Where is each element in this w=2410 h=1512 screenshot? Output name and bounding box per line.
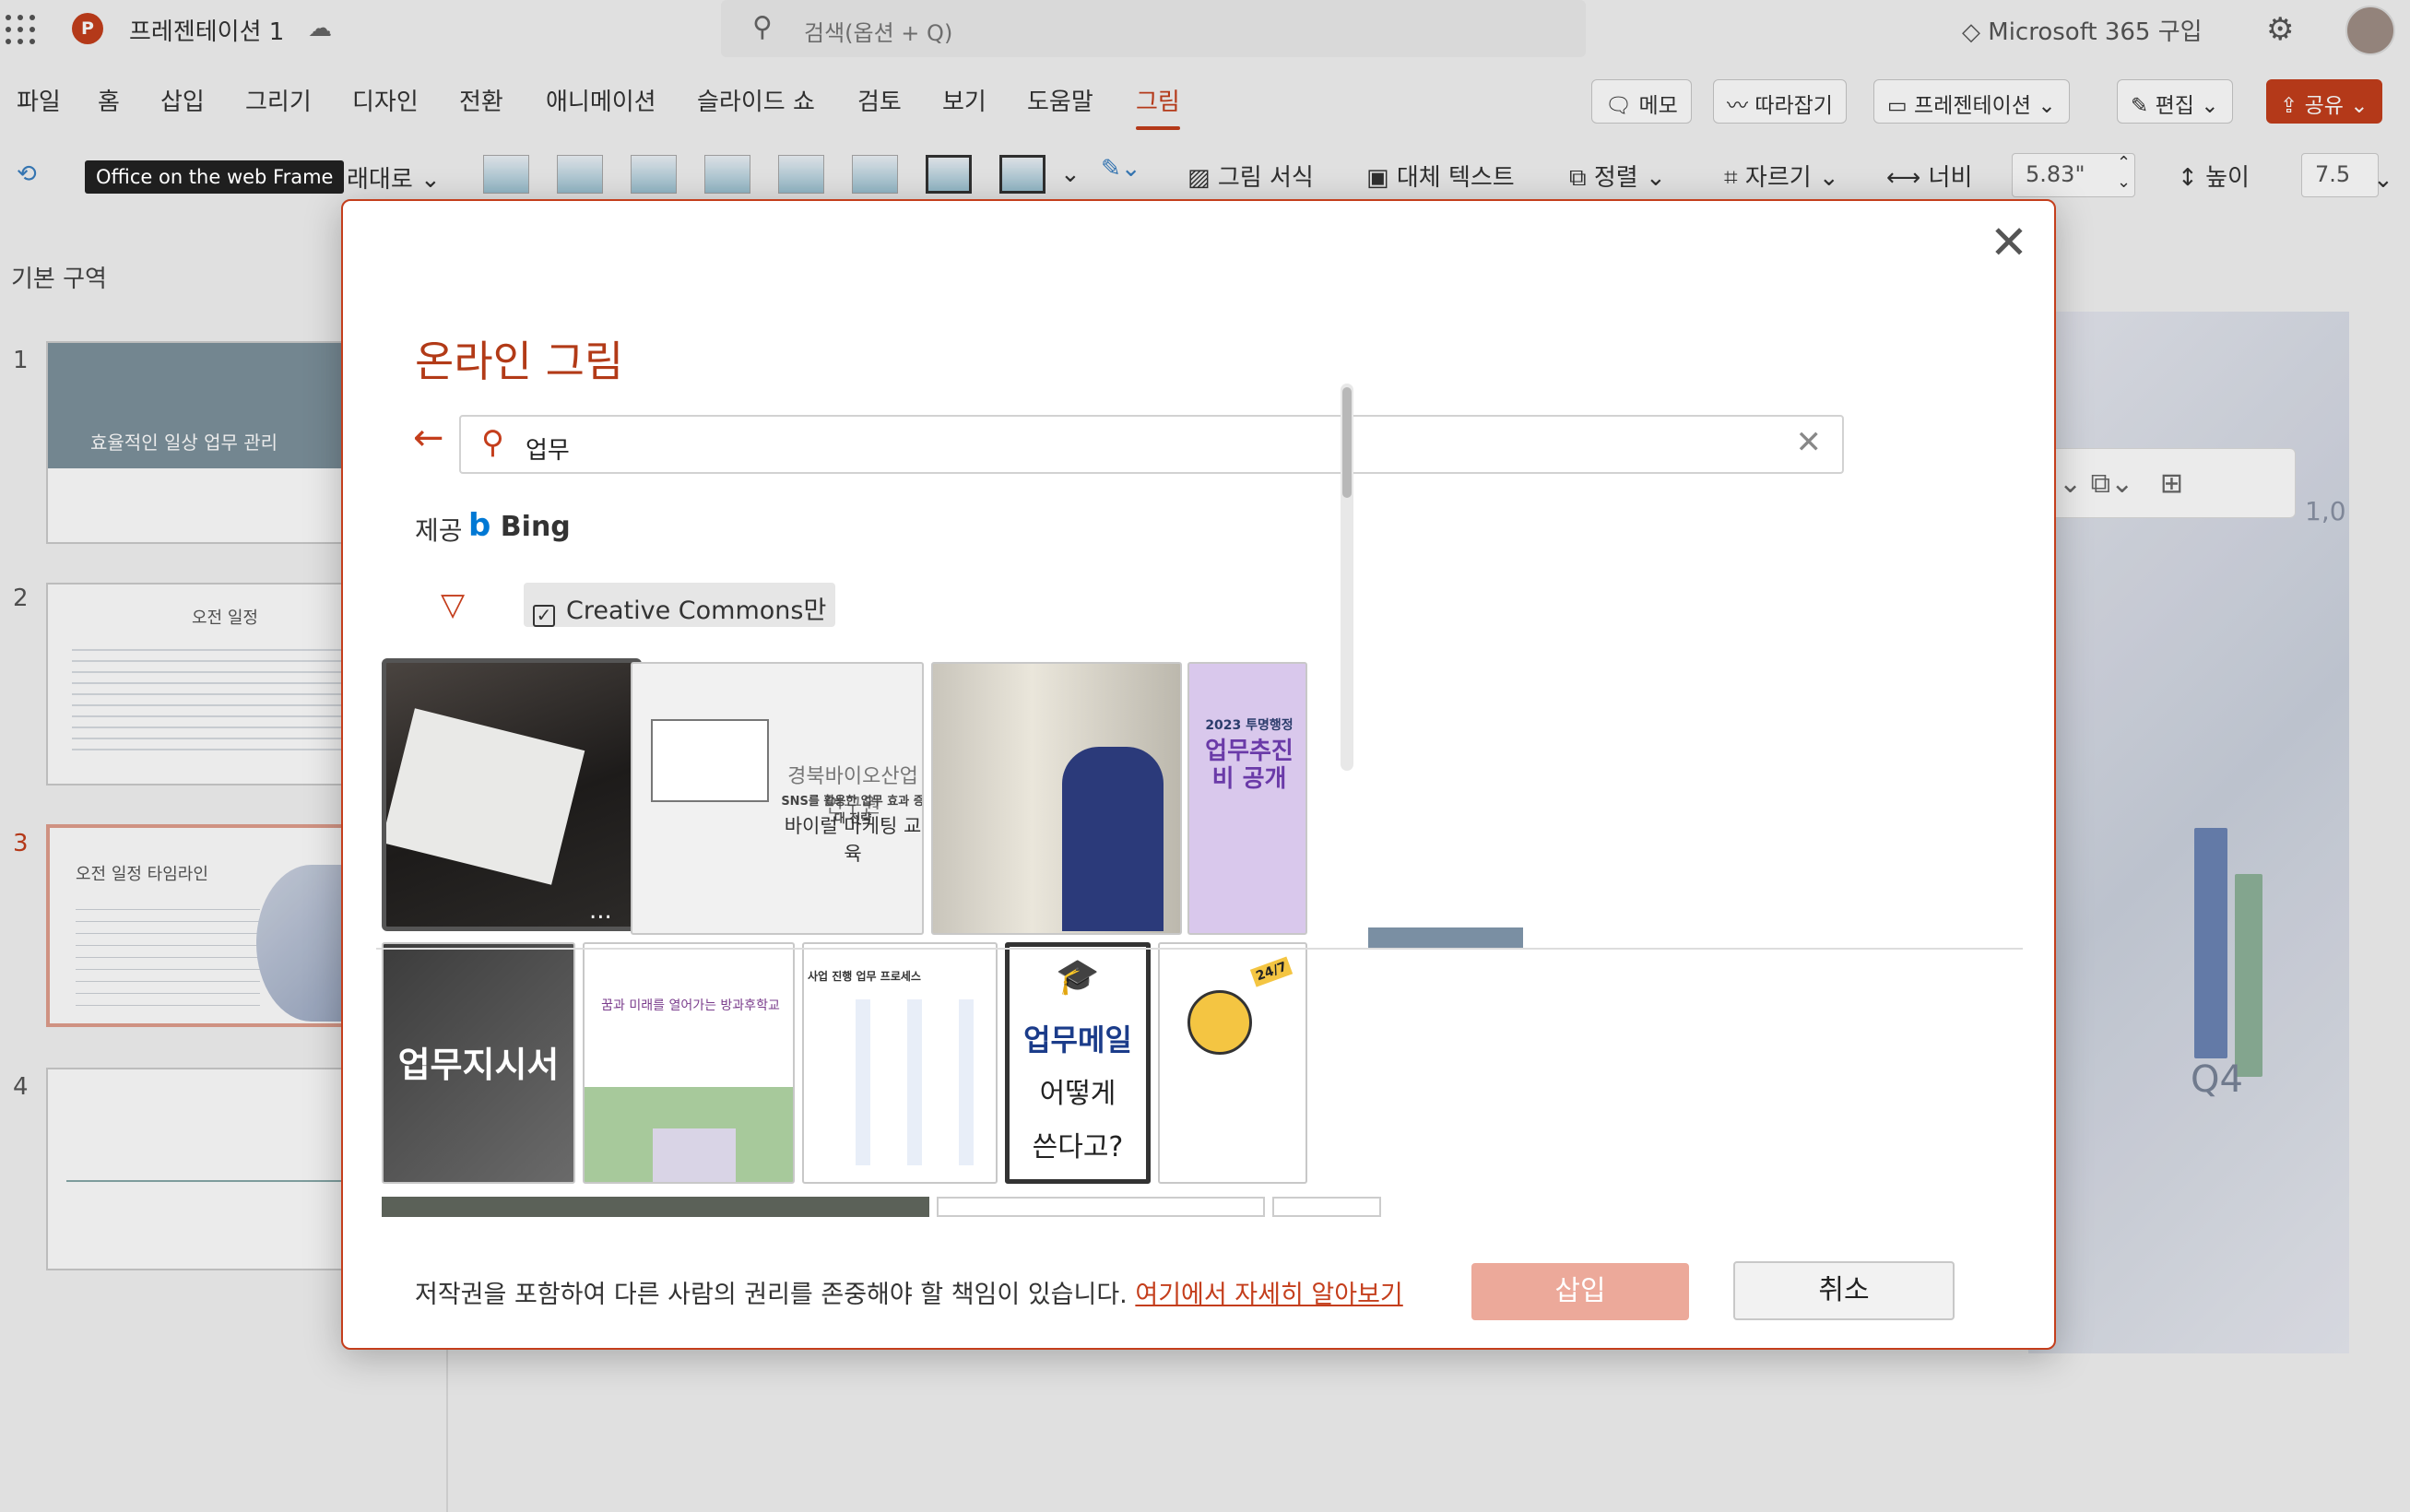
image-result-6[interactable]: 꿈과 미래를 열어가는 방과후학교 (583, 942, 795, 1184)
image-result-7[interactable]: 사업 진행 업무 프로세스 (802, 942, 998, 1184)
back-arrow-icon[interactable]: ← (413, 417, 444, 459)
image-text: 사업 진행 업무 프로세스 (808, 970, 921, 983)
image-text: 꿈과 미래를 열어가는 방과후학교 (601, 998, 780, 1013)
image-result-11[interactable] (937, 1197, 1265, 1217)
image-text: 어떻게 (1039, 1078, 1116, 1110)
search-icon: ⚲ (481, 424, 504, 461)
creative-commons-filter[interactable]: ✓ Creative Commons만 (524, 583, 836, 627)
school-illustration (653, 1128, 736, 1182)
creative-commons-label: Creative Commons만 (566, 597, 827, 625)
online-pictures-dialog: ✕ 온라인 그림 ← ⚲ 업무 ✕ 제공 b Bing ▽ ✓ Creative … (341, 199, 2056, 1350)
image-result-1[interactable]: ... (382, 658, 642, 931)
image-search-input[interactable]: ⚲ 업무 ✕ (459, 415, 1844, 474)
monitor-illustration (651, 719, 769, 802)
more-options-icon[interactable]: ... (589, 897, 612, 925)
image-results-grid: ... 경북바이오산업연구원 SNS를 활용한 업무 효과 증대 전략 바이럴 … (382, 658, 1388, 1427)
image-result-3[interactable] (931, 662, 1182, 935)
bing-icon: b (468, 507, 491, 544)
image-result-2[interactable]: 경북바이오산업연구원 SNS를 활용한 업무 효과 증대 전략 바이럴 마케팅 … (631, 662, 924, 935)
image-text: 업무지시서 (397, 1045, 560, 1085)
provider-name: Bing (500, 511, 571, 543)
checkbox-checked-icon[interactable]: ✓ (533, 605, 555, 627)
image-text: 24/7 (1249, 956, 1294, 987)
image-result-13[interactable] (1368, 927, 1523, 948)
cancel-button[interactable]: 취소 (1733, 1261, 1955, 1320)
graduation-cap-icon: 🎓 (1056, 956, 1100, 997)
search-value: 업무 (526, 437, 570, 465)
scrollbar-thumb[interactable] (1342, 387, 1352, 498)
disclaimer-text: 저작권을 포함하여 다른 사람의 권리를 존중해야 할 책임이 있습니다. (415, 1281, 1128, 1309)
image-result-4[interactable]: 2023 투명행정 업무추진비 공개 (1187, 662, 1307, 935)
bing-logo: b Bing (468, 507, 571, 544)
image-result-12[interactable] (1272, 1197, 1381, 1217)
clear-search-icon[interactable]: ✕ (1796, 424, 1823, 461)
image-result-5[interactable]: 업무지시서 (382, 942, 575, 1184)
learn-more-link[interactable]: 여기에서 자세히 알아보기 (1135, 1281, 1402, 1309)
image-text: 쓴다고? (1032, 1131, 1124, 1164)
tooltip: Office on the web Frame (85, 160, 345, 194)
image-result-9[interactable]: 24/7 (1158, 942, 1307, 1184)
image-text: 바이럴 마케팅 교육 (784, 815, 922, 865)
image-result-10[interactable] (382, 1197, 929, 1217)
copyright-notice: 저작권을 포함하여 다른 사람의 권리를 존중해야 할 책임이 있습니다. 여기… (415, 1274, 1403, 1310)
filter-icon[interactable]: ▽ (441, 586, 465, 623)
image-text: 업무메일 (1023, 1022, 1132, 1057)
process-diagram (819, 999, 985, 1165)
close-icon[interactable]: ✕ (1990, 216, 2028, 269)
provider-prefix: 제공 (415, 515, 463, 546)
divider (376, 948, 2023, 950)
sketch-paper (386, 708, 585, 885)
image-result-8[interactable]: 🎓 업무메일 어떻게 쓴다고? (1005, 942, 1151, 1184)
dialog-title: 온라인 그림 (415, 337, 624, 386)
robot-illustration (1187, 990, 1252, 1055)
insert-button[interactable]: 삽입 (1471, 1263, 1689, 1320)
image-text: 2023 투명행정 (1205, 718, 1294, 733)
person-figure (1062, 747, 1164, 931)
image-text: 업무추진비 공개 (1205, 738, 1294, 793)
